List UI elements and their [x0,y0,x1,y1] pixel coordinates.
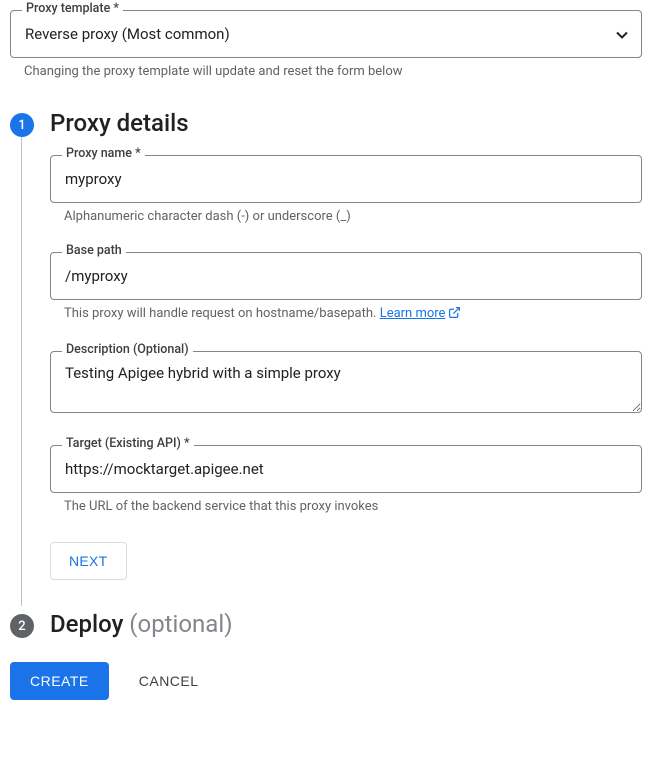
learn-more-link[interactable]: Learn more [380,306,462,321]
description-textarea[interactable]: Testing Apigee hybrid with a simple prox… [50,351,642,413]
step-1-header: 1 Proxy details [10,109,642,137]
action-row: CREATE CANCEL [10,662,642,700]
step-2-circle: 2 [10,614,34,638]
target-input[interactable] [50,445,642,493]
proxy-template-select[interactable]: Reverse proxy (Most common) [10,10,642,58]
proxy-name-field: Proxy name * [50,155,642,203]
step-2-header: 2 Deploy (optional) [10,610,642,638]
create-button[interactable]: CREATE [10,662,109,700]
next-button[interactable]: NEXT [50,542,127,580]
base-path-field: Base path [50,252,642,300]
proxy-template-label: Proxy template * [22,1,123,16]
description-field: Description (Optional) Testing Apigee hy… [50,351,642,417]
proxy-name-input[interactable] [50,155,642,203]
target-label: Target (Existing API) * [62,436,194,451]
step-1-circle: 1 [10,113,34,137]
description-label: Description (Optional) [62,342,193,357]
step-1-title: Proxy details [50,109,189,137]
step-2-optional: (optional) [129,610,232,638]
step-2-title: Deploy (optional) [50,610,233,638]
cancel-button[interactable]: CANCEL [139,673,199,689]
external-link-icon [448,306,461,323]
proxy-name-label: Proxy name * [62,146,145,161]
base-path-label: Base path [62,243,126,258]
target-helper: The URL of the backend service that this… [64,499,640,514]
proxy-template-helper: Changing the proxy template will update … [24,64,640,79]
proxy-template-field: Proxy template * Reverse proxy (Most com… [10,10,642,58]
proxy-name-helper: Alphanumeric character dash (-) or under… [64,209,640,224]
step-1-content: Proxy name * Alphanumeric character dash… [21,137,642,606]
base-path-helper: This proxy will handle request on hostna… [64,306,640,323]
base-path-helper-text: This proxy will handle request on hostna… [64,306,380,321]
target-field: Target (Existing API) * [50,445,642,493]
base-path-input[interactable] [50,252,642,300]
